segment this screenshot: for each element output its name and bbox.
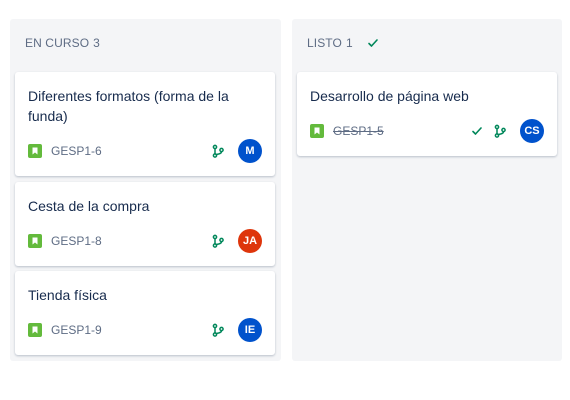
column-header: LISTO 1 <box>307 36 379 50</box>
avatar[interactable]: IE <box>238 318 262 342</box>
column-en-curso: EN CURSO 3 Diferentes formatos (forma de… <box>10 19 281 361</box>
avatar[interactable]: JA <box>238 229 262 253</box>
story-icon <box>28 323 42 337</box>
column-title: LISTO <box>307 36 342 50</box>
issue-key[interactable]: GESP1-5 <box>333 124 384 138</box>
issue-title: Cesta de la compra <box>28 198 150 214</box>
avatar[interactable]: M <box>238 139 262 163</box>
issue-card[interactable]: Desarrollo de página web GESP1-5 CS <box>297 72 557 156</box>
issue-key[interactable]: GESP1-8 <box>51 234 102 248</box>
column-count: 1 <box>345 36 353 50</box>
issue-key[interactable]: GESP1-6 <box>51 144 102 158</box>
branch-icon[interactable] <box>211 323 225 337</box>
check-icon <box>471 125 483 137</box>
check-icon <box>367 37 379 49</box>
issue-card[interactable]: Tienda física GESP1-9 IE <box>15 271 275 355</box>
issue-card[interactable]: Diferentes formatos (forma de la funda) … <box>15 72 275 176</box>
story-icon <box>28 234 42 248</box>
avatar[interactable]: CS <box>520 119 544 143</box>
column-title: EN CURSO <box>25 36 90 50</box>
issue-card[interactable]: Cesta de la compra GESP1-8 JA <box>15 182 275 266</box>
story-icon <box>310 124 324 138</box>
story-icon <box>28 144 42 158</box>
issue-title: Desarrollo de página web <box>310 88 469 104</box>
issue-key[interactable]: GESP1-9 <box>51 323 102 337</box>
branch-icon[interactable] <box>211 234 225 248</box>
branch-icon[interactable] <box>493 124 507 138</box>
column-listo: LISTO 1 Desarrollo de página web GESP1-5… <box>292 19 562 361</box>
issue-title: Tienda física <box>28 287 107 303</box>
column-header: EN CURSO 3 <box>25 36 100 50</box>
column-count: 3 <box>93 36 100 50</box>
branch-icon[interactable] <box>211 144 225 158</box>
issue-title: Diferentes formatos (forma de la funda) <box>28 88 229 124</box>
